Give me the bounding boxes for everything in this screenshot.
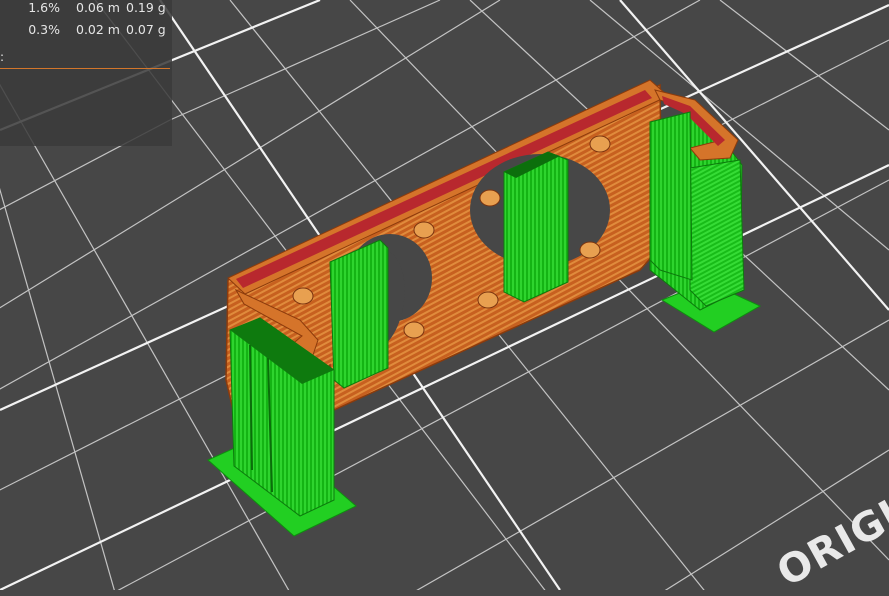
- legend-divider: [0, 68, 170, 69]
- legend-length: 0.02 m: [76, 22, 120, 37]
- support-block-left-hole: [329, 239, 389, 389]
- legend-panel: 1.6% 0.06 m 0.19 g 0.3% 0.02 m 0.07 g :: [0, 0, 172, 146]
- legend-percent: 1.6%: [28, 0, 60, 15]
- legend-weight: 0.19 g: [126, 0, 166, 15]
- legend-separator-label: :: [0, 50, 5, 64]
- legend-weight: 0.07 g: [126, 22, 166, 37]
- legend-length: 0.06 m: [76, 0, 120, 15]
- support-pillar-right-front: [689, 159, 745, 307]
- legend-row: 1.6% 0.06 m 0.19 g: [0, 0, 172, 20]
- legend-row: 0.3% 0.02 m 0.07 g: [0, 22, 172, 42]
- legend-percent: 0.3%: [28, 22, 60, 37]
- support-pillar-right-mid: [649, 111, 693, 281]
